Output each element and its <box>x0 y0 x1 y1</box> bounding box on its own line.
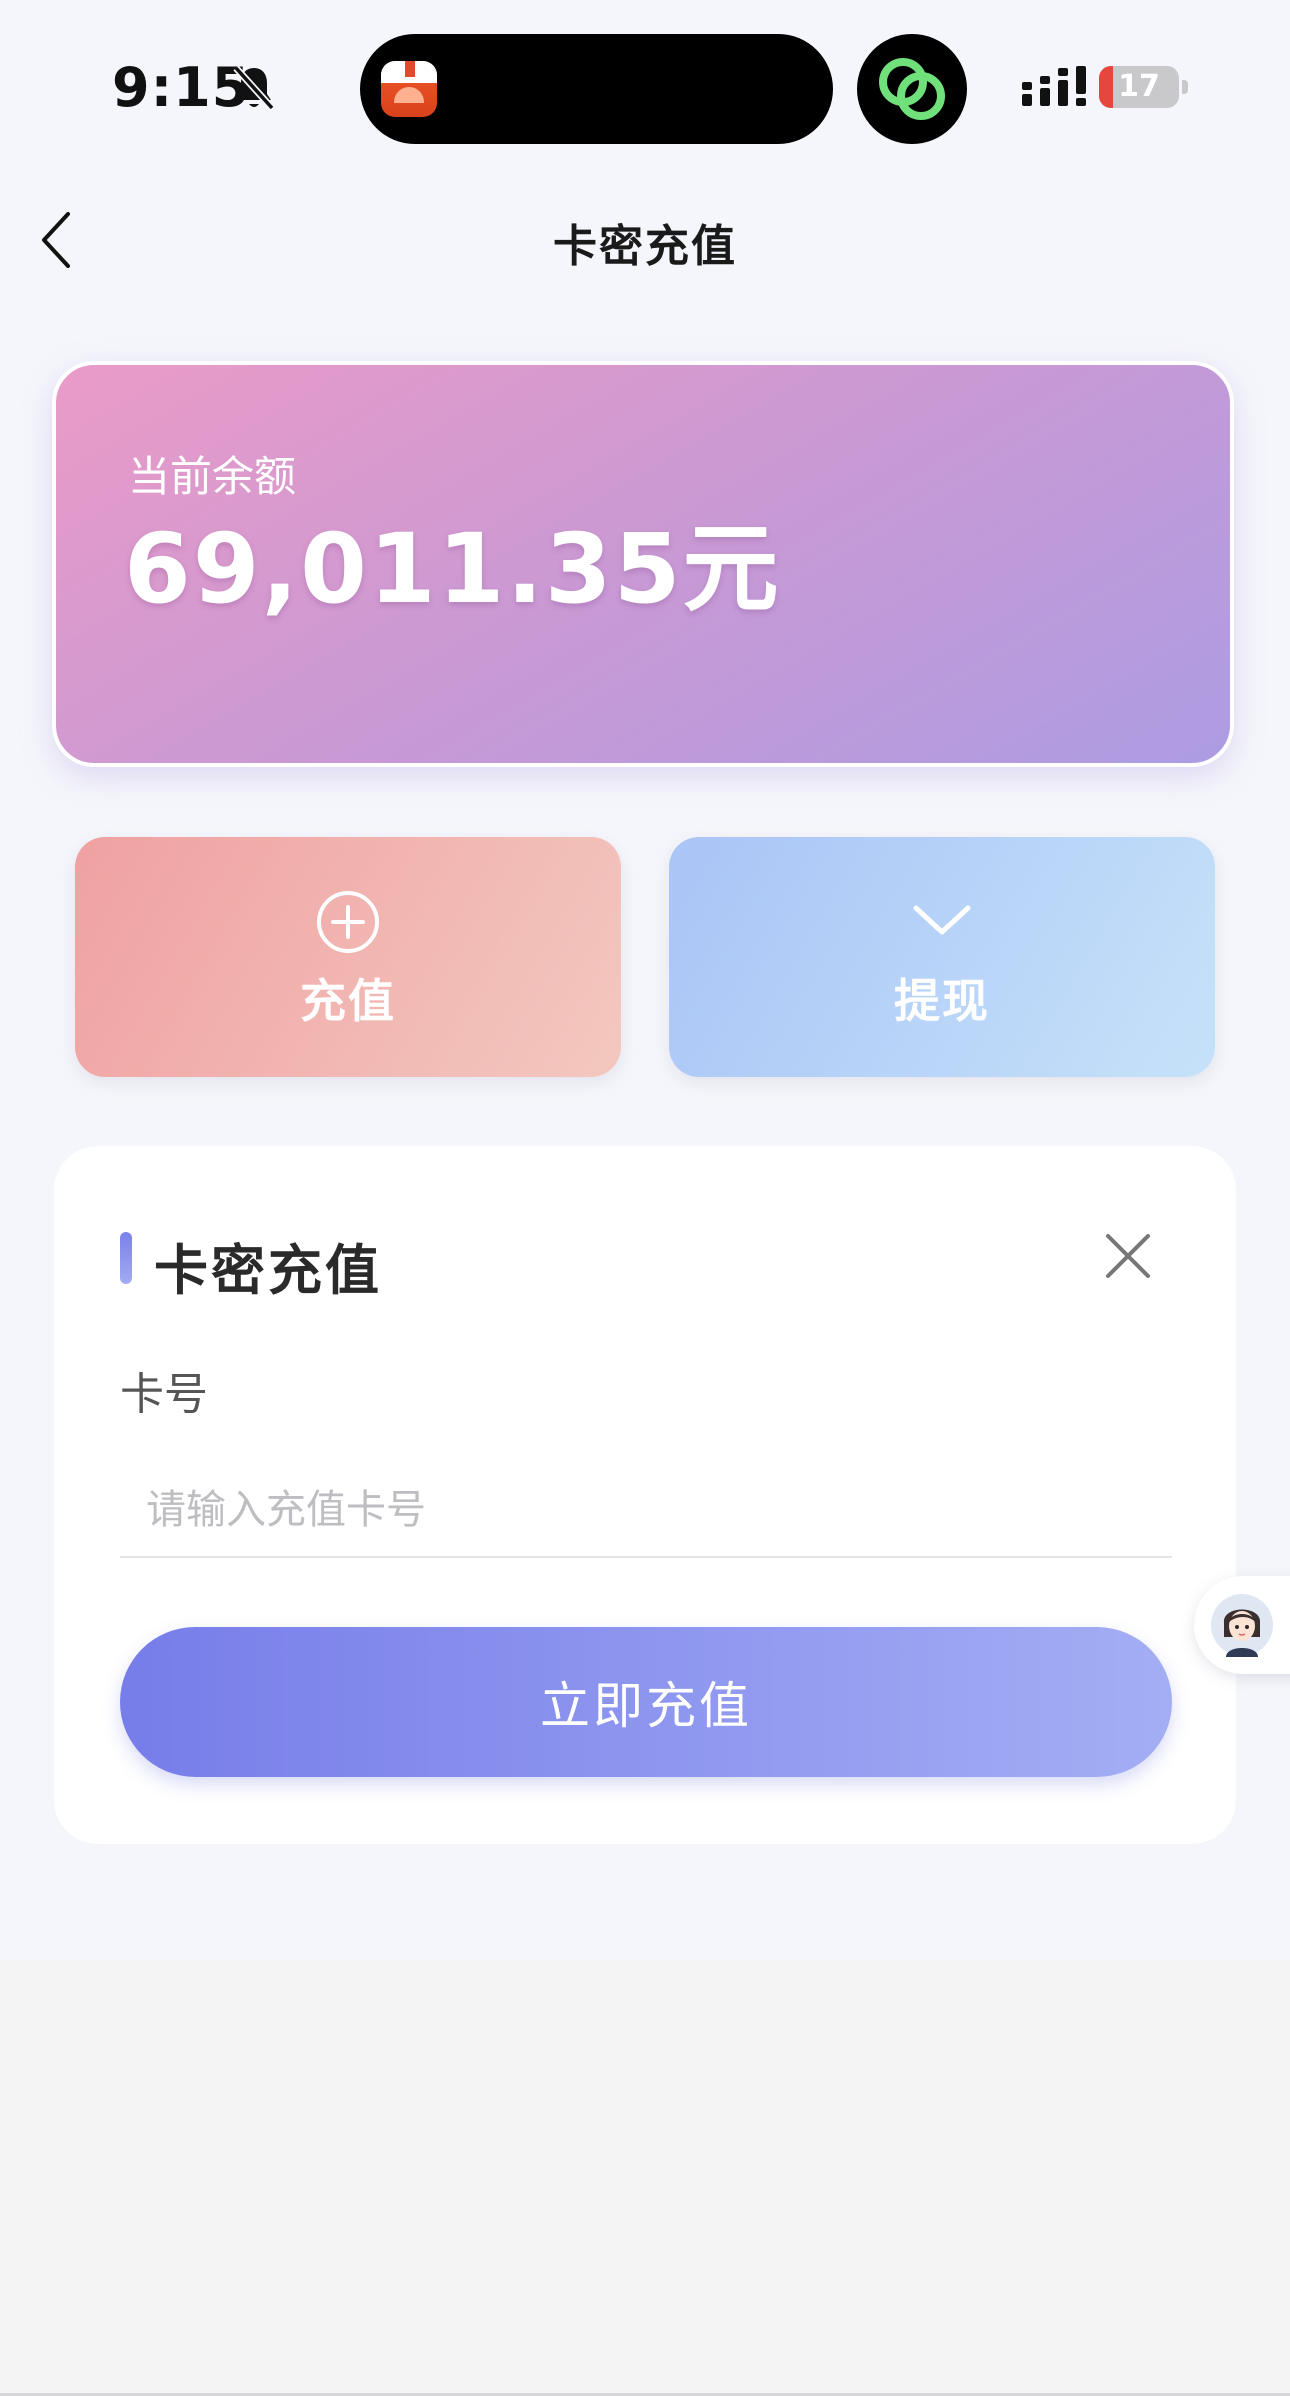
support-float-button[interactable] <box>1194 1576 1290 1674</box>
app-screen: 9:15 17 卡密充值 当前余额 69,011.35元 充值 提现 卡密充值 … <box>0 0 1290 1960</box>
plus-circle-icon <box>317 891 379 953</box>
battery-icon: 17 <box>1099 66 1189 108</box>
card-number-label: 卡号 <box>120 1369 208 1420</box>
nav-bar: 卡密充值 <box>0 180 1290 300</box>
panel-title: 卡密充值 <box>154 1239 382 1302</box>
status-time: 9:15 <box>112 56 251 119</box>
balance-amount: 69,011.35元 <box>124 513 781 625</box>
recharge-now-button[interactable]: 立即充值 <box>120 1627 1172 1777</box>
withdraw-button[interactable]: 提现 <box>669 837 1215 1077</box>
status-bar: 9:15 17 <box>0 0 1290 170</box>
signal-icon <box>1022 66 1086 106</box>
dynamic-island <box>360 34 833 144</box>
support-avatar-icon <box>1211 1594 1273 1657</box>
recharge-button[interactable]: 充值 <box>75 837 621 1077</box>
title-accent-bar <box>120 1232 132 1284</box>
balance-card: 当前余额 69,011.35元 <box>52 361 1234 767</box>
page-title: 卡密充值 <box>553 221 737 272</box>
card-recharge-panel: 卡密充值 卡号 立即充值 <box>54 1146 1236 1844</box>
chevron-down-icon <box>913 905 971 935</box>
bell-off-icon <box>233 65 275 111</box>
close-icon <box>1106 1234 1150 1278</box>
battery-level: 17 <box>1118 69 1160 104</box>
card-number-input[interactable] <box>120 1464 1172 1558</box>
empty-lower-area <box>0 1960 1290 2396</box>
withdraw-label: 提现 <box>894 974 990 1028</box>
reading-app-icon[interactable] <box>381 61 437 117</box>
close-button[interactable] <box>1098 1226 1158 1286</box>
recharge-label: 充值 <box>300 974 396 1028</box>
link-icon[interactable] <box>857 34 967 144</box>
